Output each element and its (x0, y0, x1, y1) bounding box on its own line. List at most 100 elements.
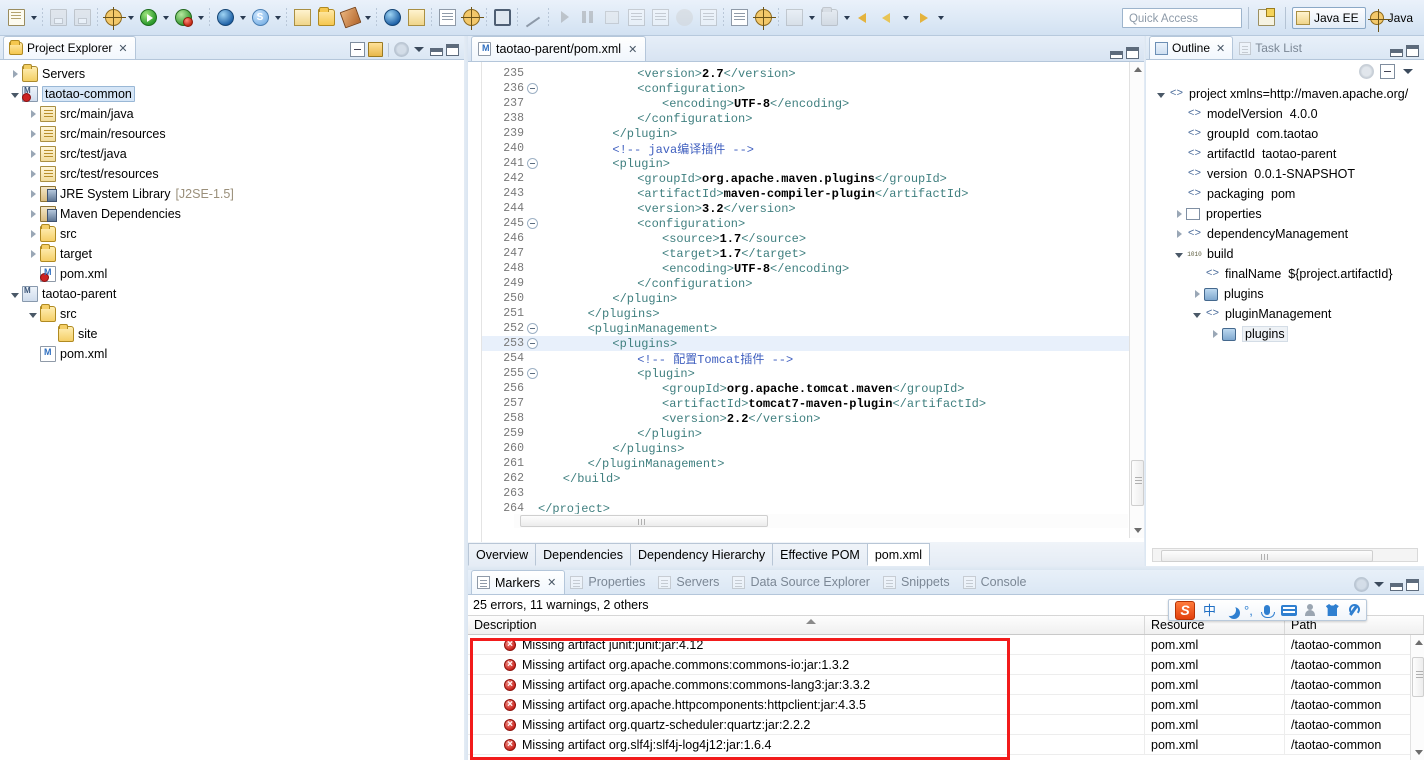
close-icon[interactable]: ✕ (547, 576, 556, 589)
debug-bug-icon[interactable] (171, 6, 195, 30)
forward-icon[interactable] (876, 6, 900, 30)
code-line[interactable]: 254 <!-- 配置Tomcat插件 --> (482, 351, 1144, 366)
tree-twisty-closed[interactable] (26, 224, 40, 244)
fold-collapse-icon[interactable] (526, 83, 538, 94)
view-gear-icon[interactable] (1354, 577, 1369, 592)
code-line[interactable]: 246 <source>1.7</source> (482, 231, 1144, 246)
debug-spider-icon[interactable] (101, 6, 125, 30)
code-line[interactable]: 236 <configuration> (482, 81, 1144, 96)
scroll-down-arrow[interactable] (1411, 745, 1424, 760)
code-line[interactable]: 239 </plugin> (482, 126, 1144, 141)
tree-item-jre-system-library[interactable]: JRE System Library [J2SE-1.5] (0, 184, 464, 204)
tab-snippets[interactable]: Snippets (878, 570, 958, 594)
terminal-icon[interactable] (490, 6, 514, 30)
coverage-dropdown[interactable] (272, 6, 283, 30)
editor-vertical-scrollbar[interactable] (1129, 62, 1144, 538)
tree-twisty-open[interactable] (8, 284, 22, 304)
outline-horizontal-scrollbar[interactable] (1152, 548, 1418, 562)
table-row[interactable]: Missing artifact org.apache.httpcomponen… (468, 695, 1424, 715)
code-line[interactable]: 252 <pluginManagement> (482, 321, 1144, 336)
tab-project-explorer[interactable]: Project Explorer ✕ (3, 36, 136, 59)
tree-twisty-closed[interactable] (26, 124, 40, 144)
previous-annotation-icon[interactable] (751, 6, 775, 30)
sogou-logo-icon[interactable] (1175, 601, 1195, 620)
tab-servers[interactable]: Servers (653, 570, 727, 594)
minimize-icon[interactable] (430, 48, 443, 56)
outline-item-artifactid[interactable]: artifactIdtaotao-parent (1148, 144, 1424, 164)
run-dropdown[interactable] (160, 6, 171, 30)
skin-shirt-icon[interactable] (1326, 604, 1339, 616)
last-edit-icon[interactable] (782, 6, 806, 30)
tree-item-src-test-java[interactable]: src/test/java (0, 144, 464, 164)
code-line[interactable]: 248 <encoding>UTF-8</encoding> (482, 261, 1144, 276)
tree-twisty-closed[interactable] (26, 244, 40, 264)
code-line[interactable]: 249 </configuration> (482, 276, 1144, 291)
minimize-icon[interactable] (1390, 49, 1403, 57)
next-edit-dropdown[interactable] (841, 6, 852, 30)
code-line[interactable]: 250 </plugin> (482, 291, 1144, 306)
hscroll-thumb[interactable] (1161, 550, 1373, 562)
code-editor[interactable]: 235 <version>2.7</version> 236 <configurati… (468, 62, 1144, 566)
step-into-icon[interactable] (552, 6, 576, 30)
editor-horizontal-scrollbar[interactable] (514, 514, 1128, 528)
tab-markers[interactable]: Markers ✕ (471, 570, 565, 594)
resume-icon[interactable] (672, 6, 696, 30)
sort-icon[interactable] (1359, 64, 1374, 79)
code-line[interactable]: 255 <plugin> (482, 366, 1144, 381)
code-line[interactable]: 237 <encoding>UTF-8</encoding> (482, 96, 1144, 111)
outline-item-packaging[interactable]: packaging pom (1148, 184, 1424, 204)
scroll-thumb[interactable] (1412, 657, 1424, 697)
hscroll-thumb[interactable] (520, 515, 768, 527)
keyboard-icon[interactable] (1281, 605, 1297, 616)
editor-form-tab-effective-pom[interactable]: Effective POM (772, 543, 867, 566)
close-icon[interactable]: ✕ (118, 42, 127, 55)
code-line[interactable]: 253 <plugins> (482, 336, 1144, 351)
perspective-java-ee[interactable]: Java EE (1292, 7, 1366, 29)
nav-forward-dropdown[interactable] (935, 6, 946, 30)
next-annotation-icon[interactable] (727, 6, 751, 30)
run-server-icon[interactable] (404, 6, 428, 30)
tree-item-taotao-parent[interactable]: taotao-parent (0, 284, 464, 304)
markers-vertical-scrollbar[interactable] (1410, 635, 1424, 760)
outline-item-build[interactable]: build (1148, 244, 1424, 264)
tree-twisty-closed[interactable] (1190, 284, 1204, 304)
tree-item-src-main-resources[interactable]: src/main/resources (0, 124, 464, 144)
last-edit-dropdown[interactable] (806, 6, 817, 30)
search-icon[interactable] (435, 6, 459, 30)
code-line[interactable]: 243 <artifactId>maven-compiler-plugin</ar… (482, 186, 1144, 201)
view-menu-icon[interactable] (412, 42, 427, 57)
tree-item-target[interactable]: target (0, 244, 464, 264)
tree-twisty-closed[interactable] (26, 144, 40, 164)
maximize-icon[interactable] (1406, 579, 1419, 591)
code-line[interactable]: 241 <plugin> (482, 156, 1144, 171)
tab-task-list[interactable]: Task List (1233, 36, 1310, 59)
tree-item-taotao-common[interactable]: taotao-common (0, 84, 464, 104)
fold-collapse-icon[interactable] (526, 323, 538, 334)
outline-item-plugins[interactable]: plugins (1148, 324, 1424, 344)
code-line[interactable]: 260 </plugins> (482, 441, 1144, 456)
brush-icon[interactable] (338, 6, 362, 30)
toggle-breadcrumb-icon[interactable] (521, 6, 545, 30)
close-icon[interactable]: ✕ (628, 43, 637, 56)
tree-twisty-open[interactable] (26, 304, 40, 324)
tree-item-pom-xml[interactable]: pom.xml (0, 344, 464, 364)
maximize-icon[interactable] (1126, 47, 1139, 59)
quick-access-input[interactable]: Quick Access (1122, 8, 1242, 28)
open-folder-icon[interactable] (314, 6, 338, 30)
save-all-icon[interactable] (70, 6, 94, 30)
tree-twisty-closed[interactable] (26, 204, 40, 224)
punctuation-icon[interactable]: °, (1244, 604, 1253, 617)
minimize-icon[interactable] (1110, 51, 1123, 59)
moon-icon[interactable] (1224, 604, 1236, 616)
tree-item-src-main-java[interactable]: src/main/java (0, 104, 464, 124)
outline-item-properties[interactable]: properties (1148, 204, 1424, 224)
link-with-editor-icon[interactable] (368, 42, 383, 57)
new-wizard-dropdown[interactable] (28, 6, 39, 30)
tree-item-site[interactable]: site (0, 324, 464, 344)
column-header-description[interactable]: Description (468, 616, 1145, 634)
drop-to-frame-icon[interactable] (696, 6, 720, 30)
fold-collapse-icon[interactable] (526, 218, 538, 229)
editor-form-tab-dependency-hierarchy[interactable]: Dependency Hierarchy (630, 543, 772, 566)
tree-twisty-open[interactable] (1172, 244, 1186, 264)
view-menu-icon[interactable] (1401, 64, 1416, 79)
